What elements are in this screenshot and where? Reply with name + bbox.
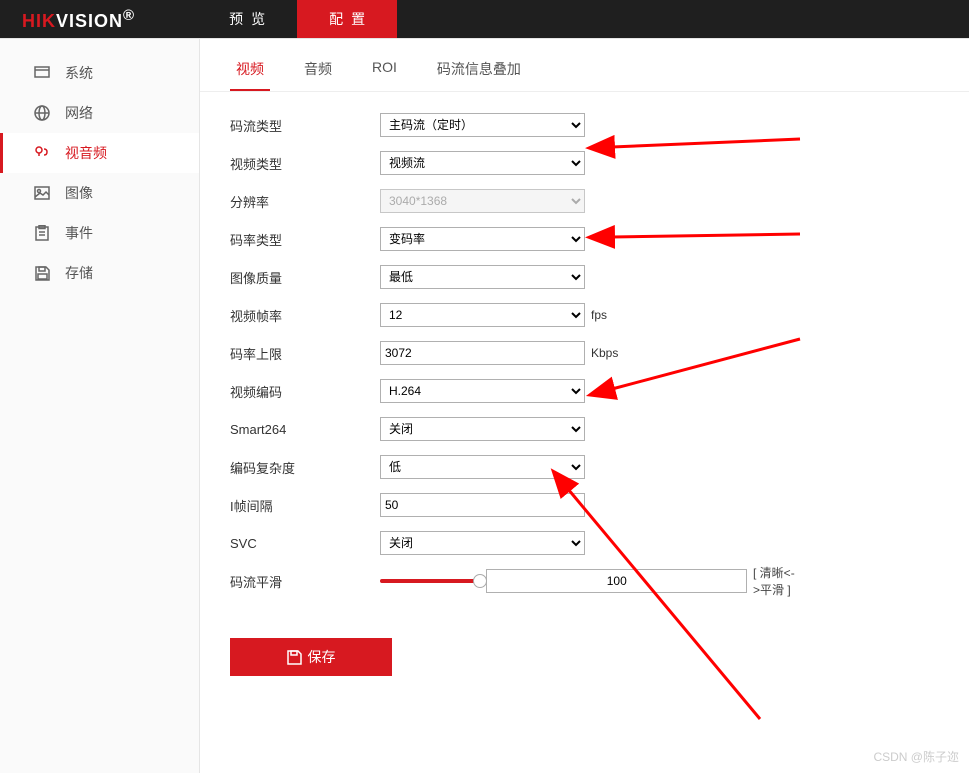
select-smart264[interactable]: 关闭 [380, 417, 585, 441]
label-smart264: Smart264 [230, 422, 380, 437]
tab-config[interactable]: 配置 [297, 0, 397, 38]
label-stream-type: 码流类型 [230, 116, 380, 135]
sidebar-item-storage[interactable]: 存储 [0, 253, 199, 293]
monitor-icon [33, 64, 51, 82]
sidebar-label: 视音频 [65, 143, 107, 163]
sidebar-item-video-audio[interactable]: 视音频 [0, 133, 199, 173]
sidebar-item-network[interactable]: 网络 [0, 93, 199, 133]
input-bitrate-max[interactable] [380, 341, 585, 365]
label-video-codec: 视频编码 [230, 382, 380, 401]
select-frame-rate[interactable]: 12 [380, 303, 585, 327]
globe-icon [33, 104, 51, 122]
label-image-quality: 图像质量 [230, 268, 380, 287]
label-smoothing: 码流平滑 [230, 572, 380, 591]
select-image-quality[interactable]: 最低 [380, 265, 585, 289]
slider-thumb[interactable] [473, 574, 487, 588]
sidebar-label: 图像 [65, 183, 93, 203]
sidebar-item-event[interactable]: 事件 [0, 213, 199, 253]
main-panel: 视频 音频 ROI 码流信息叠加 码流类型 主码流（定时） 视频类型 视频流 分… [200, 39, 969, 773]
input-iframe[interactable] [380, 493, 585, 517]
sidebar-item-image[interactable]: 图像 [0, 173, 199, 213]
header: HIKVISION® 预览 配置 [0, 0, 969, 38]
sidebar-label: 网络 [65, 103, 93, 123]
clipboard-icon [33, 224, 51, 242]
label-video-type: 视频类型 [230, 154, 380, 173]
watermark: CSDN @陈子迩 [873, 748, 959, 765]
unit-kbps: Kbps [591, 346, 618, 360]
label-svc: SVC [230, 536, 380, 551]
image-icon [33, 184, 51, 202]
select-video-type[interactable]: 视频流 [380, 151, 585, 175]
label-resolution: 分辨率 [230, 192, 380, 211]
select-stream-type[interactable]: 主码流（定时） [380, 113, 585, 137]
subtab-audio[interactable]: 音频 [298, 53, 338, 91]
select-complexity[interactable]: 低 [380, 455, 585, 479]
sidebar: 系统 网络 视音频 图像 事件 存储 [0, 39, 200, 773]
slider-smoothing[interactable] [380, 579, 480, 583]
logo: HIKVISION® [0, 7, 157, 32]
save-icon [287, 650, 302, 665]
sidebar-item-system[interactable]: 系统 [0, 53, 199, 93]
subtab-video[interactable]: 视频 [230, 53, 270, 91]
save-icon [33, 264, 51, 282]
video-form: 码流类型 主码流（定时） 视频类型 视频流 分辨率 3040*1368 码率类型… [200, 92, 969, 596]
save-button[interactable]: 保存 [230, 638, 392, 676]
select-video-codec[interactable]: H.264 [380, 379, 585, 403]
select-svc[interactable]: 关闭 [380, 531, 585, 555]
select-bitrate-type[interactable]: 变码率 [380, 227, 585, 251]
sidebar-label: 存储 [65, 263, 93, 283]
save-label: 保存 [308, 647, 336, 667]
select-resolution: 3040*1368 [380, 189, 585, 213]
input-smoothing-value[interactable] [486, 569, 747, 593]
label-complexity: 编码复杂度 [230, 458, 380, 477]
mic-icon [33, 144, 51, 162]
label-bitrate-max: 码率上限 [230, 344, 380, 363]
label-iframe: I帧间隔 [230, 496, 380, 515]
sidebar-label: 系统 [65, 63, 93, 83]
sidebar-label: 事件 [65, 223, 93, 243]
label-frame-rate: 视频帧率 [230, 306, 380, 325]
tab-preview[interactable]: 预览 [197, 0, 297, 38]
label-bitrate-type: 码率类型 [230, 230, 380, 249]
smoothing-hint: [ 清晰<->平滑 ] [753, 564, 801, 598]
unit-fps: fps [591, 308, 607, 322]
subtab-overlay[interactable]: 码流信息叠加 [431, 53, 527, 91]
subtab-roi[interactable]: ROI [366, 53, 403, 91]
